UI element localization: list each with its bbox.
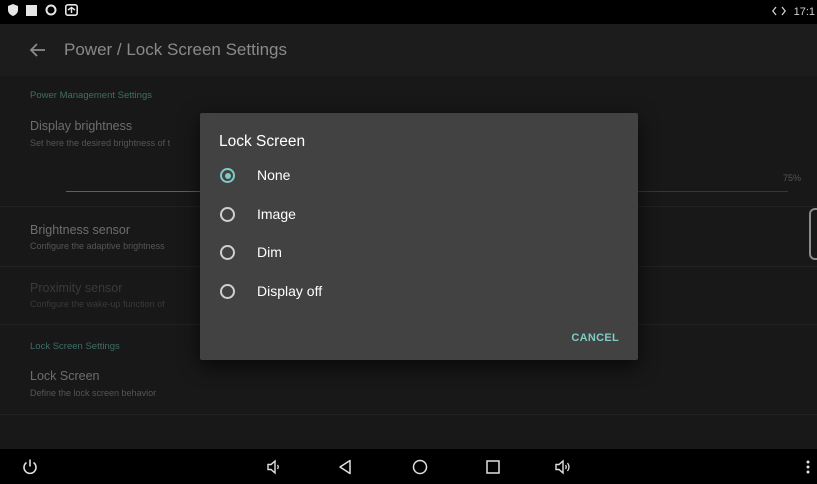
brightness-value: 75%	[782, 173, 801, 183]
radio-option-dim[interactable]: Dim	[200, 233, 638, 271]
shield-icon	[8, 3, 18, 21]
overflow-menu-icon[interactable]	[797, 456, 817, 478]
option-label: Image	[257, 206, 296, 222]
pref-summary: Set here the desired brightness of t	[30, 138, 171, 148]
volume-up-icon[interactable]	[553, 456, 575, 478]
radio-unchecked-icon[interactable]	[220, 284, 235, 299]
section-header-power: Power Management Settings	[30, 90, 152, 101]
pref-summary: Configure the wake-up function of	[30, 299, 165, 309]
pref-summary: Configure the adaptive brightness	[30, 241, 165, 251]
toolbar: Power / Lock Screen Settings	[0, 24, 817, 76]
radio-unchecked-icon[interactable]	[220, 245, 235, 260]
option-label: Display off	[257, 283, 323, 299]
section-header-lock-screen: Lock Screen Settings	[30, 341, 120, 352]
status-icons-left	[8, 4, 78, 20]
navigation-bar	[0, 449, 817, 484]
radio-unchecked-icon[interactable]	[220, 207, 235, 222]
radio-option-display-off[interactable]: Display off	[200, 272, 638, 310]
cancel-button[interactable]: CANCEL	[571, 332, 619, 344]
pref-title: Brightness sensor	[30, 223, 131, 237]
radio-checked-icon[interactable]	[220, 168, 235, 183]
code-arrows-icon	[771, 6, 786, 19]
status-time: 17:1	[793, 6, 815, 18]
pref-title: Proximity sensor	[30, 281, 123, 295]
dialog-title: Lock Screen	[219, 133, 306, 150]
pref-summary: Define the lock screen behavior	[30, 388, 157, 398]
status-icons-right: 17:1	[771, 4, 815, 20]
home-circle-icon[interactable]	[409, 456, 431, 478]
square-icon	[26, 3, 37, 21]
lock-screen-dialog: Lock Screen None Image Dim Display off C…	[200, 113, 638, 360]
power-icon[interactable]	[19, 456, 41, 478]
radio-option-image[interactable]: Image	[200, 195, 638, 233]
page-title: Power / Lock Screen Settings	[64, 40, 288, 59]
volume-down-icon[interactable]	[263, 456, 285, 478]
status-bar: 17:1	[0, 0, 817, 24]
back-arrow-icon[interactable]	[26, 38, 50, 62]
ring-icon	[45, 3, 57, 21]
back-triangle-icon[interactable]	[335, 456, 357, 478]
settings-screen: Power / Lock Screen Settings Power Manag…	[0, 24, 817, 449]
radio-option-none[interactable]: None	[200, 156, 638, 194]
pref-title: Display brightness	[30, 119, 133, 133]
edge-panel-handle[interactable]	[809, 208, 817, 260]
screen-share-icon	[65, 3, 78, 21]
option-label: None	[257, 167, 291, 183]
recents-square-icon[interactable]	[482, 456, 504, 478]
pref-title: Lock Screen	[30, 369, 100, 383]
option-label: Dim	[257, 244, 282, 260]
divider	[0, 414, 817, 415]
brightness-slider-fill	[66, 191, 206, 192]
